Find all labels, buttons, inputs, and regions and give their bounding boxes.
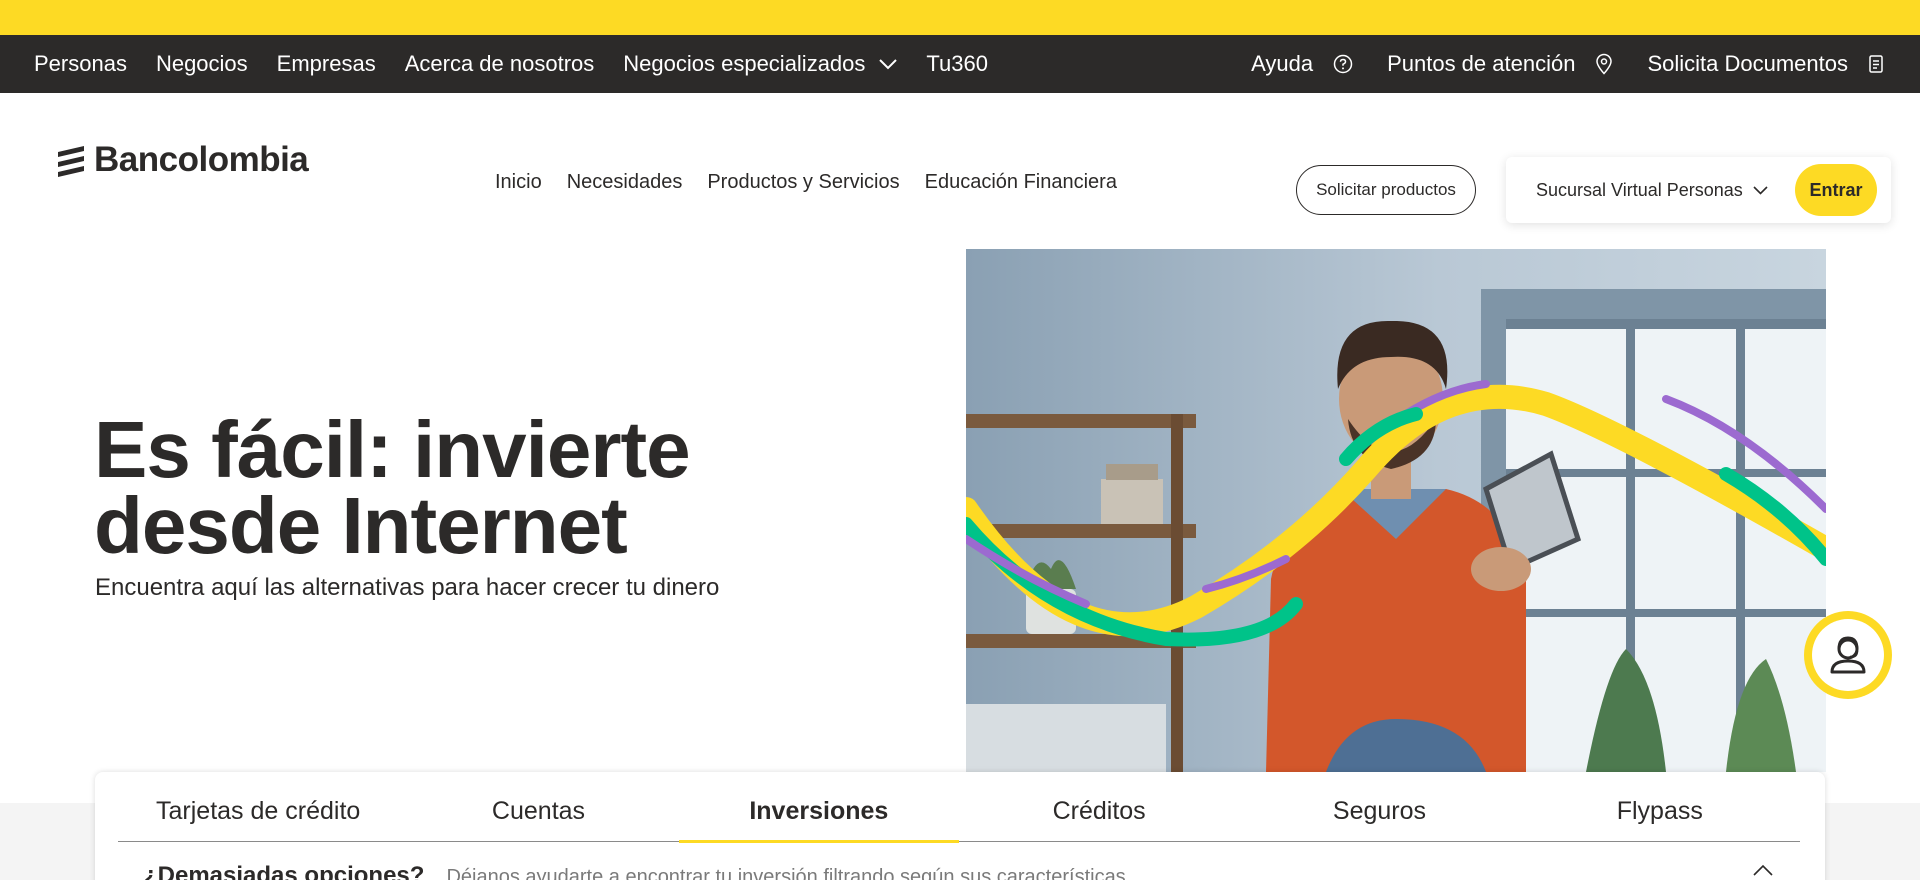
tab-creditos[interactable]: Créditos bbox=[959, 772, 1239, 841]
hero-title: Es fácil: invierte desde Internet bbox=[94, 405, 691, 570]
segment-link-empresas[interactable]: Empresas bbox=[277, 51, 376, 77]
help-circle-icon bbox=[1333, 54, 1353, 74]
hero-image bbox=[966, 249, 1826, 772]
products-tabs: Tarjetas de crédito Cuentas Inversiones … bbox=[118, 772, 1800, 843]
chat-assistant-button[interactable] bbox=[1804, 611, 1892, 699]
document-icon bbox=[1869, 55, 1883, 73]
sucursal-login-card: Sucursal Virtual Personas Entrar bbox=[1506, 157, 1891, 223]
nav-item-inicio[interactable]: Inicio bbox=[495, 171, 542, 194]
specialized-label: Negocios especializados bbox=[623, 51, 866, 76]
tab-tarjetas[interactable]: Tarjetas de crédito bbox=[118, 772, 398, 841]
tab-flypass[interactable]: Flypass bbox=[1520, 772, 1800, 841]
filter-description: Déjanos ayudarte a encontrar tu inversió… bbox=[446, 866, 1126, 880]
chevron-down-icon bbox=[879, 58, 898, 69]
tab-cuentas[interactable]: Cuentas bbox=[398, 772, 678, 841]
logo-mark-icon bbox=[58, 146, 84, 177]
chevron-down-icon bbox=[1753, 185, 1768, 195]
hero-subtitle: Encuentra aquí las alternativas para hac… bbox=[95, 574, 720, 601]
documents-label: Solicita Documentos bbox=[1647, 51, 1848, 76]
segment-link-tu360[interactable]: Tu360 bbox=[926, 51, 988, 77]
segment-link-acerca[interactable]: Acerca de nosotros bbox=[405, 51, 595, 77]
documents-link[interactable]: Solicita Documentos bbox=[1647, 51, 1884, 77]
entrar-button[interactable]: Entrar bbox=[1795, 164, 1877, 216]
hero-title-line1: Es fácil: invierte bbox=[94, 405, 691, 494]
chat-agent-icon bbox=[1830, 636, 1866, 674]
utility-bar: Personas Negocios Empresas Acerca de nos… bbox=[0, 35, 1920, 93]
nav-item-necesidades[interactable]: Necesidades bbox=[567, 171, 683, 194]
sucursal-select[interactable]: Sucursal Virtual Personas bbox=[1536, 157, 1768, 223]
segment-link-personas[interactable]: Personas bbox=[34, 51, 127, 77]
utility-actions: Ayuda Puntos de atención Solicita Docume… bbox=[1217, 35, 1884, 93]
chevron-up-icon[interactable] bbox=[1753, 864, 1773, 876]
solicitar-productos-button[interactable]: Solicitar productos bbox=[1296, 165, 1476, 215]
filter-title: ¿Demasiadas opciones? bbox=[143, 862, 425, 880]
help-link[interactable]: Ayuda bbox=[1251, 51, 1353, 77]
specialized-dropdown[interactable]: Negocios especializados bbox=[623, 51, 898, 77]
products-tabs-card: Tarjetas de crédito Cuentas Inversiones … bbox=[95, 772, 1825, 880]
sucursal-label: Sucursal Virtual Personas bbox=[1536, 179, 1743, 200]
help-label: Ayuda bbox=[1251, 51, 1314, 76]
main-header: Bancolombia Inicio Necesidades Productos… bbox=[0, 93, 1920, 248]
points-label: Puntos de atención bbox=[1387, 51, 1576, 76]
hero-illustration bbox=[966, 249, 1826, 772]
filter-prompt: ¿Demasiadas opciones? Déjanos ayudarte a… bbox=[143, 862, 1126, 880]
bancolombia-logo[interactable]: Bancolombia bbox=[54, 140, 309, 180]
hero-title-line2: desde Internet bbox=[94, 481, 628, 570]
chat-fab-inner bbox=[1812, 619, 1884, 691]
tab-seguros[interactable]: Seguros bbox=[1239, 772, 1519, 841]
main-nav: Inicio Necesidades Productos y Servicios… bbox=[495, 171, 1117, 194]
segment-link-negocios[interactable]: Negocios bbox=[156, 51, 248, 77]
logo-wordmark: Bancolombia bbox=[94, 140, 309, 179]
location-pin-icon bbox=[1596, 53, 1613, 75]
points-link[interactable]: Puntos de atención bbox=[1387, 51, 1613, 77]
top-yellow-stripe bbox=[0, 0, 1920, 35]
nav-item-educacion[interactable]: Educación Financiera bbox=[925, 171, 1117, 194]
tab-inversiones[interactable]: Inversiones bbox=[678, 772, 960, 843]
nav-item-productos[interactable]: Productos y Servicios bbox=[707, 171, 899, 194]
segment-links: Personas Negocios Empresas Acerca de nos… bbox=[34, 35, 988, 93]
